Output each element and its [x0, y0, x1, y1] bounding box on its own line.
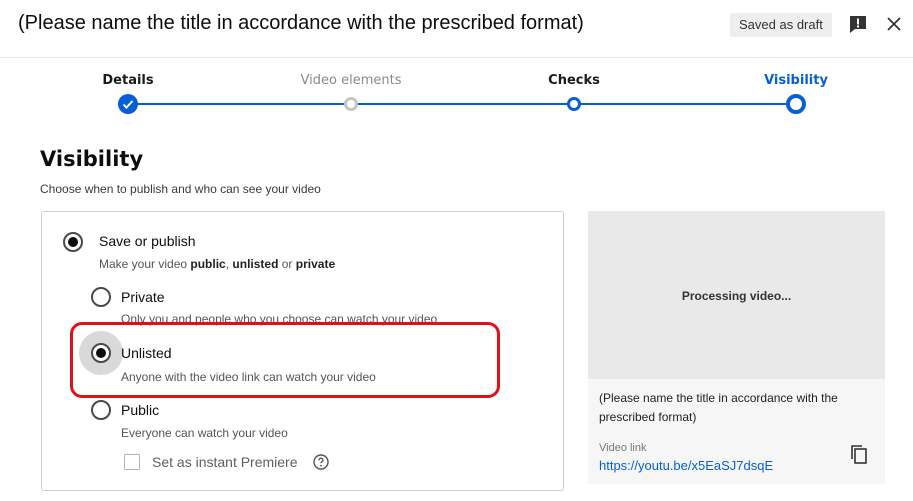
saved-as-draft-badge: Saved as draft [730, 13, 832, 37]
step-checks-node[interactable] [567, 97, 581, 111]
public-desc: Everyone can watch your video [121, 426, 288, 440]
step-details-label[interactable]: Details [102, 73, 153, 88]
private-label: Private [121, 289, 165, 305]
instant-premiere-checkbox[interactable] [124, 454, 140, 470]
step-video-elements-node[interactable] [344, 97, 358, 111]
upload-stepper: Details Video elements Checks Visibility [0, 60, 913, 120]
public-label: Public [121, 402, 160, 418]
video-preview-card: Processing video... (Please name the tit… [588, 211, 885, 484]
close-icon[interactable] [882, 12, 906, 36]
step-details-node[interactable] [118, 94, 138, 114]
unlisted-highlight-annotation [70, 322, 500, 398]
step-connector-1 [128, 103, 351, 105]
public-radio[interactable] [91, 400, 111, 420]
private-radio[interactable] [91, 287, 111, 307]
step-video-elements-label[interactable]: Video elements [301, 73, 402, 88]
save-or-publish-desc: Make your video public, unlisted or priv… [99, 257, 336, 271]
dialog-title: (Please name the title in accordance wit… [18, 12, 584, 34]
instant-premiere-label: Set as instant Premiere [152, 454, 298, 470]
step-visibility-node[interactable] [786, 94, 806, 114]
step-connector-3 [574, 103, 796, 105]
header-divider [0, 57, 913, 58]
step-checks-label[interactable]: Checks [548, 73, 600, 88]
step-visibility-label[interactable]: Visibility [764, 73, 828, 88]
visibility-heading: Visibility [40, 147, 144, 171]
dialog-header: (Please name the title in accordance wit… [0, 0, 913, 50]
save-or-publish-label: Save or publish [99, 233, 196, 249]
step-connector-2 [351, 103, 574, 105]
video-link-label: Video link [599, 442, 647, 454]
visibility-subheading: Choose when to publish and who can see y… [40, 182, 321, 196]
preview-video-title: (Please name the title in accordance wit… [599, 391, 838, 424]
processing-status: Processing video... [681, 289, 792, 303]
checkmark-icon [122, 100, 134, 109]
report-flag-icon[interactable] [846, 13, 870, 37]
save-or-publish-radio[interactable] [63, 232, 83, 252]
video-thumbnail-placeholder: Processing video... [588, 211, 885, 379]
copy-icon[interactable] [848, 443, 870, 465]
video-link[interactable]: https://youtu.be/x5EaSJ7dsqE [599, 458, 773, 473]
help-circle-icon[interactable] [313, 454, 329, 470]
